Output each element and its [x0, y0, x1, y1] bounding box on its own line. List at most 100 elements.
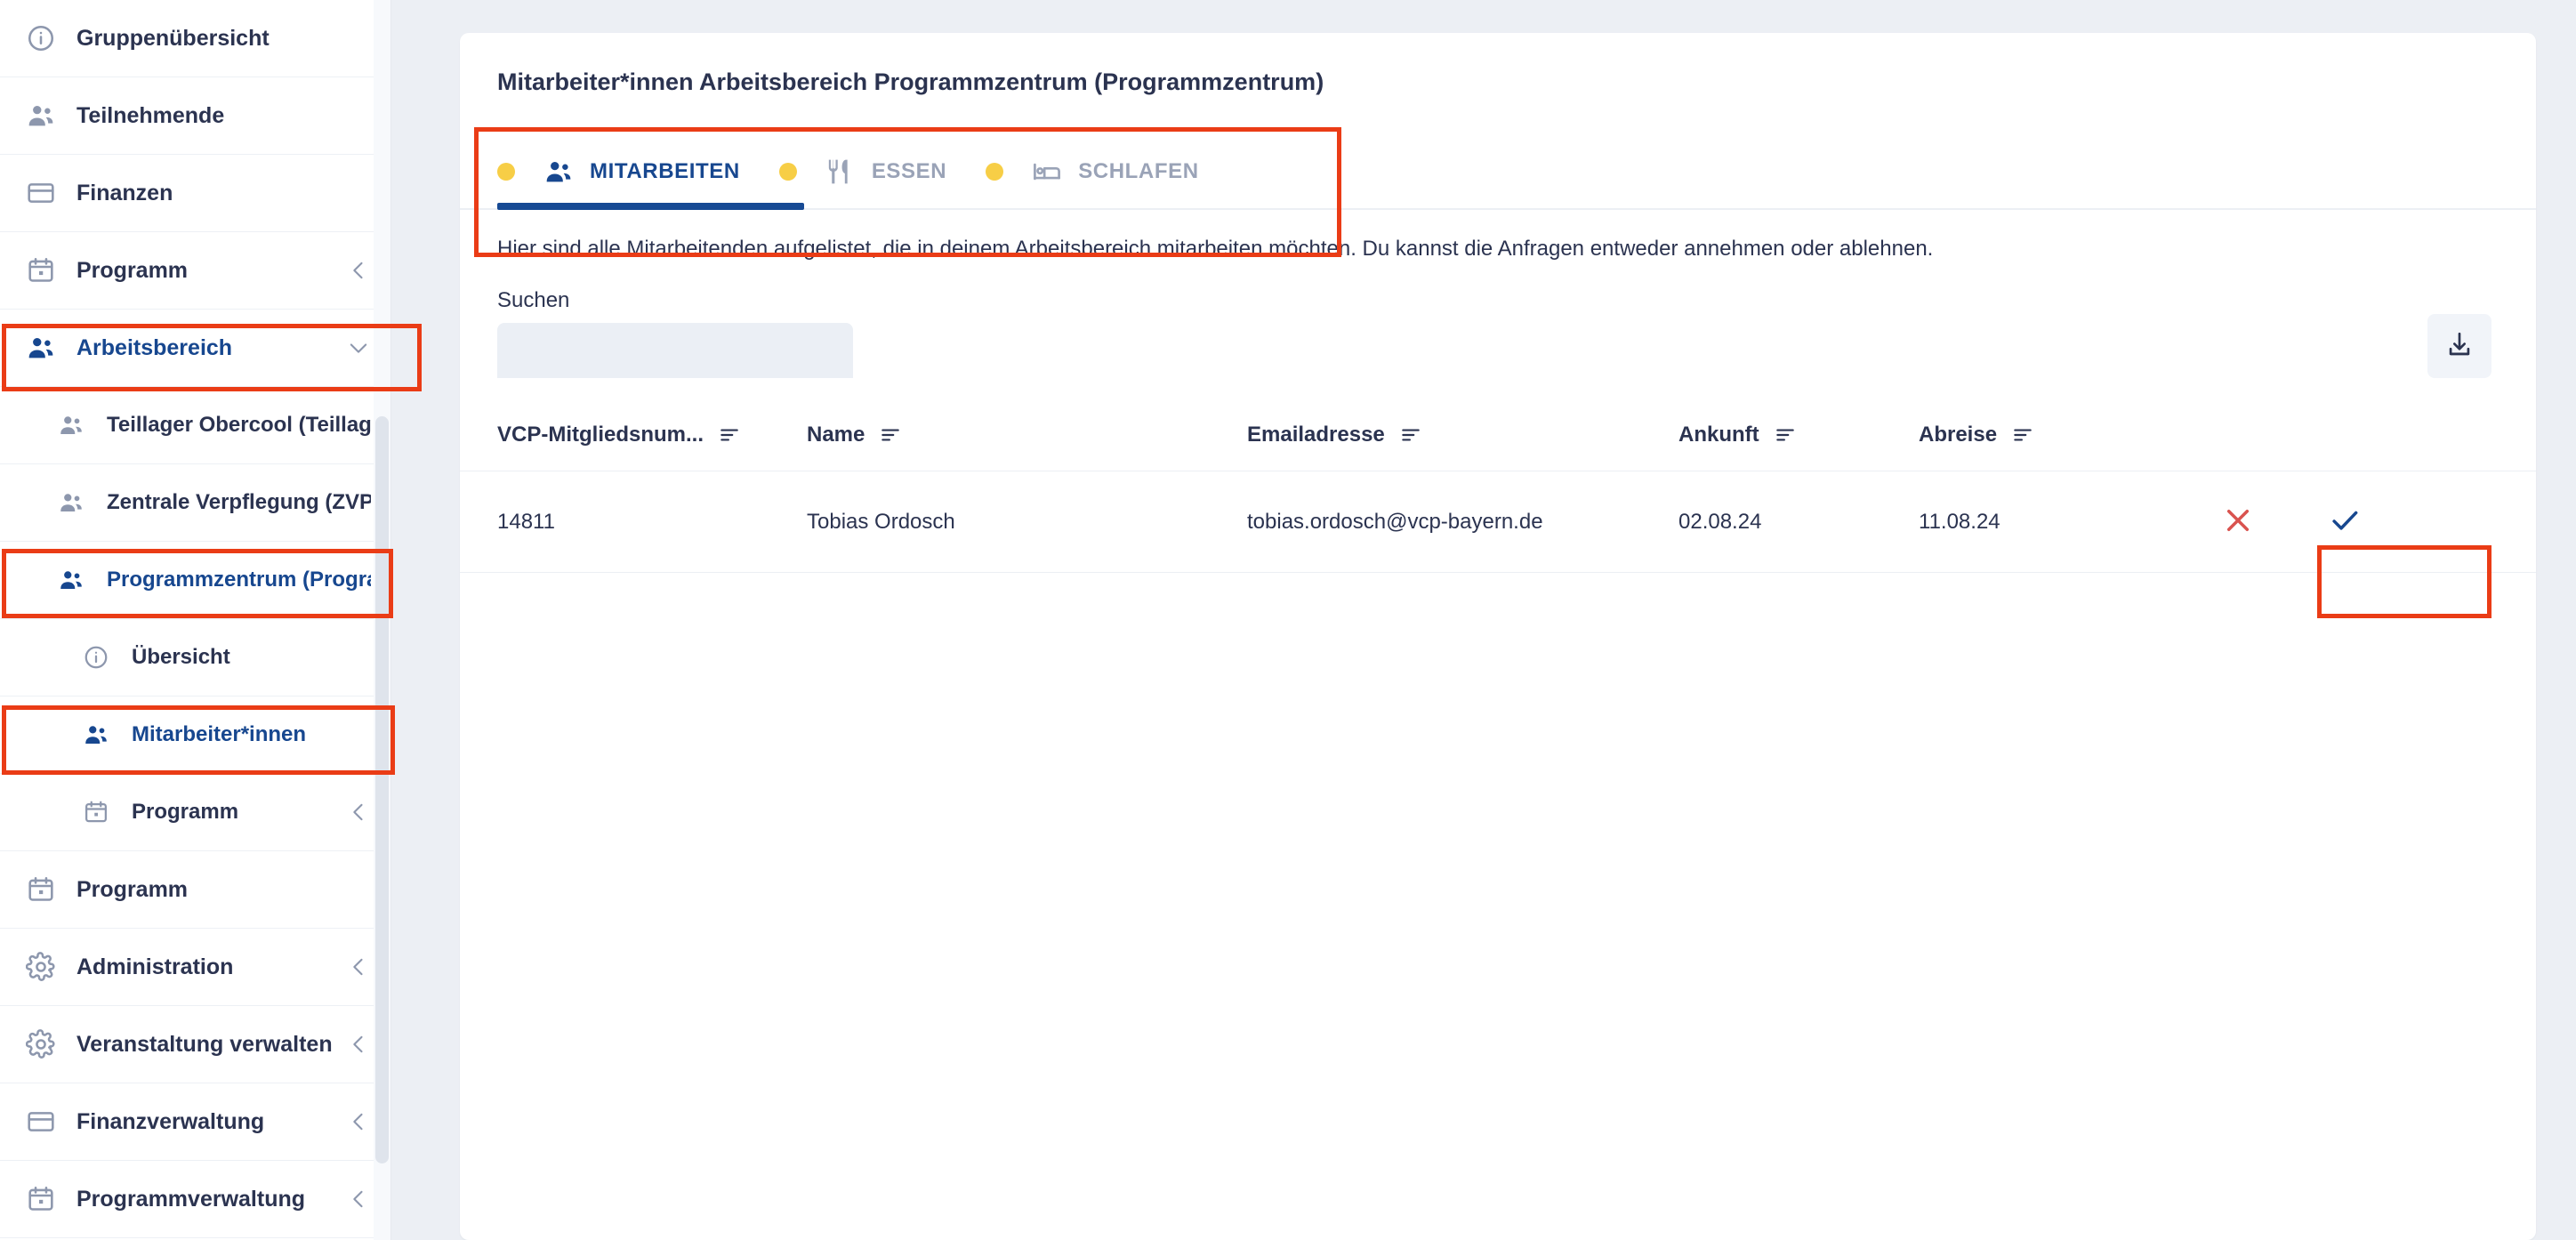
sort-icon[interactable]	[2011, 423, 2034, 447]
content-card: Mitarbeiter*innen Arbeitsbereich Program…	[460, 33, 2536, 1240]
sidebar-item-programm[interactable]: Programm	[0, 851, 390, 929]
sidebar-item-label: Veranstaltung verwalten	[76, 1031, 333, 1057]
column-header-actions[interactable]	[2221, 423, 2536, 471]
column-header-ankunft[interactable]: Ankunft	[1678, 423, 1919, 471]
column-header-label: VCP-Mitgliedsnum...	[497, 423, 704, 447]
card-icon	[25, 177, 57, 209]
chevron-left-icon[interactable]	[346, 800, 371, 825]
sidebar-scrollbar-thumb[interactable]	[375, 416, 389, 1164]
tab-mitarbeiten[interactable]: MITARBEITEN	[497, 157, 740, 187]
sidebar-item-veranstaltung-verwalten[interactable]: Veranstaltung verwalten	[0, 1006, 390, 1083]
sidebar-item-programmzentrum-programmzentrum[interactable]: Programmzentrum (Programmzentrum)	[0, 542, 390, 619]
calendar-icon	[25, 874, 57, 906]
accept-button[interactable]	[2328, 503, 2362, 540]
sidebar-item-label: Finanzen	[76, 180, 173, 205]
sidebar-item-label: Programmverwaltung	[76, 1186, 306, 1212]
info-icon	[25, 22, 57, 54]
chevron-down-icon[interactable]	[346, 335, 371, 360]
search-input[interactable]	[497, 323, 853, 378]
search-box: Suchen	[497, 288, 853, 378]
table-row: 14811 Tobias Ordosch tobias.ordosch@vcp-ba…	[460, 471, 2536, 573]
people-icon	[25, 100, 57, 132]
sidebar-item-gruppenübersicht[interactable]: Gruppenübersicht	[0, 0, 390, 77]
sidebar: Gruppenübersicht Teilnehmende Finanzen Prog…	[0, 0, 391, 1240]
column-header-vcp-mitgliedsnum[interactable]: VCP-Mitgliedsnum...	[460, 423, 807, 471]
tab-schlafen[interactable]: SCHLAFEN	[986, 157, 1198, 187]
check-icon	[2328, 503, 2362, 540]
sidebar-item-programm[interactable]: Programm	[0, 232, 390, 310]
gear-icon	[25, 1028, 57, 1060]
calendar-icon	[25, 254, 57, 286]
sidebar-item-label: Übersicht	[132, 645, 230, 669]
chevron-left-icon[interactable]	[346, 258, 371, 283]
sidebar-item-label: Mitarbeiter*innen	[132, 722, 307, 746]
column-header-name[interactable]: Name	[807, 423, 1247, 471]
column-header-abreise[interactable]: Abreise	[1919, 423, 2221, 471]
sort-icon[interactable]	[879, 423, 902, 447]
sort-icon[interactable]	[1774, 423, 1797, 447]
bed-icon	[1032, 157, 1062, 187]
tab-status-dot	[986, 163, 1004, 181]
sort-icon[interactable]	[1399, 423, 1422, 447]
tabs-container: MITARBEITEN ESSEN SCHLAFEN	[460, 133, 2536, 210]
search-zone: Suchen	[460, 262, 2536, 378]
search-label: Suchen	[497, 288, 570, 312]
tab-label: ESSEN	[871, 159, 947, 183]
sidebar-item-mitarbeiter-innen[interactable]: Mitarbeiter*innen	[0, 696, 390, 774]
sidebar-item-finanzen[interactable]: Finanzen	[0, 155, 390, 232]
column-header-emailadresse[interactable]: Emailadresse	[1247, 423, 1678, 471]
sidebar-item-label: Programmzentrum (Programmzentrum)	[107, 568, 371, 592]
sidebar-item-label: Teillager Obercool (Teillager)	[107, 413, 371, 437]
page-description: Hier sind alle Mitarbeitenden aufgeliste…	[497, 237, 1934, 261]
sidebar-item-label: Programm	[132, 800, 239, 824]
sidebar-item-programmverwaltung[interactable]: Programmverwaltung	[0, 1161, 390, 1238]
people-icon	[25, 332, 57, 364]
tab-active-indicator	[497, 203, 804, 210]
sidebar-item-label: Gruppenübersicht	[76, 25, 270, 51]
people-icon	[55, 487, 87, 519]
column-header-label: Name	[807, 423, 865, 447]
sidebar-item-finanzverwaltung[interactable]: Finanzverwaltung	[0, 1083, 390, 1161]
cell-departure: 11.08.24	[1919, 471, 2221, 573]
column-header-label: Abreise	[1919, 423, 1998, 447]
people-icon	[55, 409, 87, 441]
reject-button[interactable]	[2221, 503, 2255, 540]
tab-essen[interactable]: ESSEN	[778, 157, 947, 187]
cutlery-icon	[825, 157, 856, 187]
close-icon	[2221, 503, 2255, 540]
calendar-icon	[25, 1183, 57, 1215]
sidebar-item-teillager-obercool-teillager[interactable]: Teillager Obercool (Teillager)	[0, 387, 390, 464]
tab-label: SCHLAFEN	[1078, 159, 1199, 183]
cell-arrival: 02.08.24	[1678, 471, 1919, 573]
card-icon	[25, 1106, 57, 1138]
sidebar-scrollbar-track[interactable]	[374, 0, 390, 1240]
chevron-left-icon[interactable]	[346, 954, 371, 979]
sidebar-item-zentrale-verpflegung-zvp[interactable]: Zentrale Verpflegung (ZVP)	[0, 464, 390, 542]
page-title: Mitarbeiter*innen Arbeitsbereich Program…	[497, 68, 1324, 95]
download-button[interactable]	[2427, 314, 2491, 378]
chevron-left-icon[interactable]	[346, 1187, 371, 1212]
sidebar-item-programm[interactable]: Programm	[0, 774, 390, 851]
sidebar-item-arbeitsbereich[interactable]: Arbeitsbereich	[0, 310, 390, 387]
cell-membership-number: 14811	[460, 471, 807, 573]
sidebar-item-label: Programm	[76, 257, 189, 283]
sidebar-item-teilnehmende[interactable]: Teilnehmende	[0, 77, 390, 155]
tab-status-dot	[778, 163, 797, 181]
cell-actions	[2221, 471, 2536, 573]
sidebar-item-administration[interactable]: Administration	[0, 929, 390, 1006]
sidebar-item-übersicht[interactable]: Übersicht	[0, 619, 390, 696]
sidebar-item-label: Administration	[76, 954, 234, 979]
column-header-label: Emailadresse	[1247, 423, 1385, 447]
tab-label: MITARBEITEN	[590, 159, 740, 183]
table-header-row: VCP-Mitgliedsnum... Name Emailadresse Ankun…	[460, 423, 2536, 471]
column-header-label: Ankunft	[1678, 423, 1759, 447]
sort-icon[interactable]	[718, 423, 741, 447]
members-table: VCP-Mitgliedsnum... Name Emailadresse Ankun…	[460, 423, 2536, 573]
gear-icon	[25, 951, 57, 983]
people-icon	[80, 719, 112, 751]
chevron-left-icon[interactable]	[346, 1109, 371, 1134]
chevron-left-icon[interactable]	[346, 1032, 371, 1057]
sidebar-item-label: Zentrale Verpflegung (ZVP)	[107, 490, 371, 514]
sidebar-item-label: Arbeitsbereich	[76, 334, 233, 360]
calendar-icon	[80, 796, 112, 828]
